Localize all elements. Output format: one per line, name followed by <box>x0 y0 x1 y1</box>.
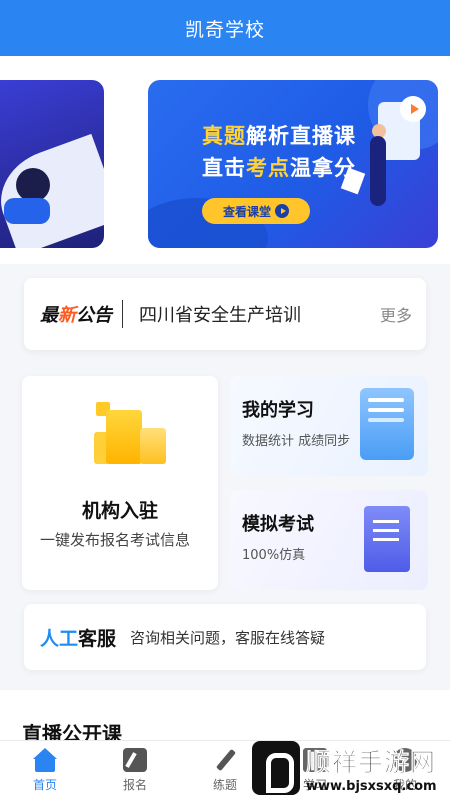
institution-join-desc: 一键发布报名考试信息 <box>40 531 191 549</box>
announcement-tag: 最新公告 <box>40 301 112 327</box>
tab-practice-label: 练题 <box>212 778 237 792</box>
my-study-card[interactable]: 我的学习 数据统计 成绩同步 <box>230 376 428 476</box>
building-icon <box>92 402 178 466</box>
live-course-section: 直播公开课 <box>0 690 450 740</box>
announcement-text[interactable]: 四川省安全生产培训 <box>139 301 380 327</box>
person-illustration <box>370 136 386 206</box>
exam-paper-icon <box>364 506 410 572</box>
study-book-icon <box>360 388 414 460</box>
announcement-tag-text: 最 <box>40 305 58 326</box>
live-course-heading: 直播公开课 <box>22 722 122 740</box>
watermark-url: www.bjsxsxq.com <box>306 778 437 794</box>
divider <box>122 300 123 328</box>
announcement-tag-text: 公告 <box>76 305 112 326</box>
building-block <box>140 428 166 464</box>
banner-decoration <box>0 133 104 248</box>
customer-service-tag-text: 客服 <box>78 627 117 650</box>
institution-join-title: 机构入驻 <box>81 500 158 522</box>
banner-slide-previous[interactable] <box>0 80 104 248</box>
banner-title-text: 直击 <box>202 156 246 180</box>
person-illustration-body <box>4 198 50 224</box>
banner-slide-live-course[interactable]: 真题解析直播课 直击考点温拿分 查看课堂 <box>148 80 438 248</box>
my-study-title: 我的学习 <box>242 400 314 421</box>
edit-icon <box>123 748 147 772</box>
banner-title-text: 解析直播课 <box>246 124 356 148</box>
customer-service-text: 咨询相关问题，客服在线答疑 <box>130 628 326 647</box>
announcement-tag-highlight: 新 <box>58 305 76 326</box>
tab-register-label: 报名 <box>122 778 147 792</box>
watermark-text: 顺祥手游网 www.bjsxsxq.com <box>306 743 437 794</box>
view-classroom-label: 查看课堂 <box>222 204 271 219</box>
play-icon <box>275 204 289 218</box>
announcement-bar[interactable]: 最新公告 四川省安全生产培训 更多 <box>24 278 426 350</box>
tab-register[interactable]: 报名 <box>90 741 180 800</box>
institution-join-card[interactable]: 机构入驻 一键发布报名考试信息 <box>22 376 218 590</box>
banner-title-line1: 真题解析直播课 <box>202 120 356 150</box>
customer-service-tag: 人工客服 <box>40 624 116 651</box>
watermark-name: 顺祥手游网 <box>306 747 437 777</box>
mock-exam-card[interactable]: 模拟考试 100%仿真 <box>230 490 428 590</box>
building-block <box>106 410 142 464</box>
person-illustration <box>16 168 50 202</box>
my-study-desc: 数据统计 成绩同步 <box>242 434 351 449</box>
mock-exam-desc: 100%仿真 <box>242 548 306 563</box>
banner-carousel[interactable]: 真题解析直播课 直击考点温拿分 查看课堂 <box>0 56 450 264</box>
pencil-icon <box>213 748 237 772</box>
site-watermark: 顺祥手游网 www.bjsxsxq.com <box>252 736 446 800</box>
banner-highlight: 真题 <box>202 124 246 148</box>
app-header: 凯奇学校 <box>0 0 450 56</box>
play-circle-icon <box>400 96 426 122</box>
watermark-logo-icon <box>252 741 300 795</box>
home-icon <box>33 748 57 772</box>
mock-exam-title: 模拟考试 <box>242 514 314 535</box>
tab-home-label: 首页 <box>32 778 57 792</box>
banner-highlight: 考点 <box>246 156 290 180</box>
view-classroom-button[interactable]: 查看课堂 <box>202 198 310 224</box>
teacher-illustration <box>366 96 426 216</box>
customer-service-highlight: 人工 <box>40 627 79 650</box>
page-title: 凯奇学校 <box>184 18 265 41</box>
announcement-more-link[interactable]: 更多 <box>380 302 412 326</box>
customer-service-bar[interactable]: 人工客服 咨询相关问题，客服在线答疑 <box>24 604 426 670</box>
tab-home[interactable]: 首页 <box>0 741 90 800</box>
banner-title-line2: 直击考点温拿分 <box>202 152 356 182</box>
